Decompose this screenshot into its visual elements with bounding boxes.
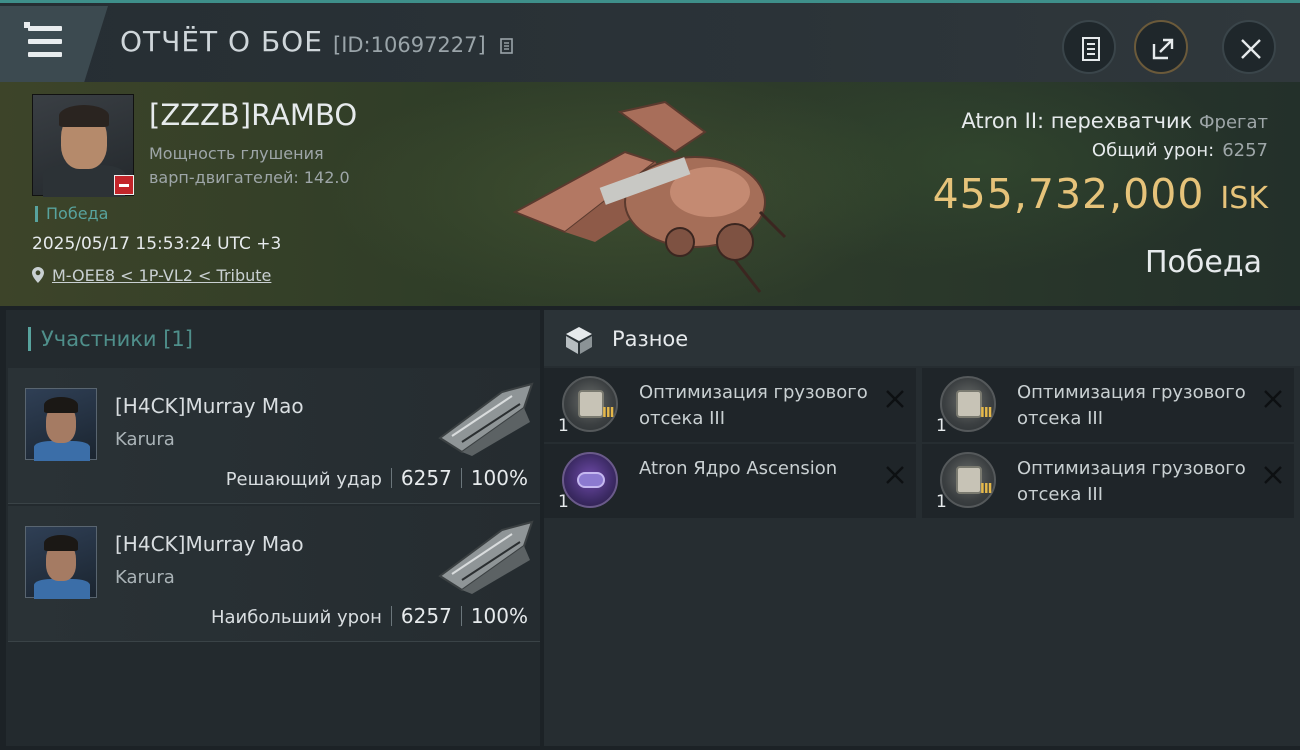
participant-percent: 100%: [470, 466, 528, 490]
divider: [460, 468, 462, 488]
clipboard-icon: [1082, 37, 1100, 61]
dropped-item[interactable]: III 1 Оптимизация грузового отсека III: [922, 444, 1294, 518]
divider: [460, 606, 462, 626]
participant-percent: 100%: [470, 604, 528, 628]
participant-damage: 6257: [400, 466, 452, 490]
victim-name[interactable]: [ZZZB]RAMBO: [149, 98, 357, 132]
participant-ship-image: [438, 382, 534, 456]
avatar-body: [43, 165, 125, 197]
participant-damage: 6257: [400, 604, 452, 628]
standing-negative-icon: [114, 175, 134, 195]
item-quantity: 1: [936, 416, 947, 436]
participant-role: Решающий удар: [225, 469, 382, 490]
dropped-item[interactable]: 1 Atron Ядро Ascension: [544, 444, 916, 518]
participant-stats: Решающий удар 6257 100%: [226, 466, 528, 490]
item-name: Оптимизация грузового отсека III: [639, 382, 868, 429]
ship-image: [512, 100, 787, 293]
avatar-hair: [59, 105, 109, 127]
participant-name: [H4CK]Murray Mao: [115, 532, 304, 556]
avatar-hair: [44, 397, 78, 413]
item-quantity: 1: [936, 492, 947, 512]
close-icon: [1241, 39, 1261, 59]
remove-x-icon: [1264, 390, 1282, 408]
isk-value: 455,732,000: [932, 170, 1205, 218]
misc-title: Разное: [612, 327, 689, 351]
menu-icon-bar: [28, 39, 62, 44]
participant-avatar[interactable]: [25, 526, 97, 599]
item-name: Оптимизация грузового отсека III: [1017, 382, 1246, 429]
misc-header: Разное: [544, 310, 1300, 366]
ship-name: Atron II: перехватчик: [961, 109, 1193, 133]
module-icon-inner: [956, 390, 982, 418]
ship-core-icon-inner: [577, 472, 605, 488]
participant-row[interactable]: [H4CK]Murray Mao Karura Наибольший урон 6…: [8, 506, 540, 642]
report-id: [ID:10697227]: [333, 33, 486, 57]
clipboard-button[interactable]: [1062, 20, 1116, 74]
isk-value-line: 455,732,000 ISK: [933, 170, 1268, 218]
item-name: Atron Ядро Ascension: [639, 458, 838, 479]
ship-core-icon: [562, 452, 618, 508]
avatar-body: [34, 441, 90, 461]
victim-ship[interactable]: Atron II: перехватчик Фрегат: [961, 109, 1268, 133]
item-name: Оптимизация грузового отсека III: [1017, 458, 1246, 505]
share-button[interactable]: [1134, 20, 1188, 74]
ship-class: Фрегат: [1199, 112, 1268, 133]
total-damage-label: Общий урон:: [1091, 140, 1215, 161]
location-pin-icon: [32, 267, 44, 283]
total-damage: Общий урон: 6257: [1092, 140, 1268, 161]
location-link[interactable]: M-OEE8 < 1P-VL2 < Tribute: [52, 266, 271, 285]
participants-panel: Участники [1] [H4CK]Murray Mao Karura Ре…: [6, 310, 540, 746]
participant-avatar[interactable]: [25, 388, 97, 461]
remove-x-icon: [886, 466, 904, 484]
module-icon-inner: [956, 466, 982, 494]
menu-icon-bar: [28, 26, 62, 31]
item-tier: III: [602, 406, 614, 421]
module-icon: [940, 452, 996, 508]
dropped-item[interactable]: III 1 Оптимизация грузового отсека III: [544, 368, 916, 442]
share-icon: [1152, 38, 1174, 60]
victim-stat-line-1: Мощность глушения: [149, 144, 324, 163]
remove-x-icon: [1264, 466, 1282, 484]
participant-row[interactable]: [H4CK]Murray Mao Karura Решающий удар 625…: [8, 368, 540, 504]
total-damage-value: 6257: [1222, 140, 1268, 161]
participant-ship-image: [438, 520, 534, 594]
victim-stat-line-2: варп-двигателей: 142.0: [149, 168, 350, 187]
item-tier: III: [980, 482, 992, 497]
result-tag: Победа: [35, 206, 108, 222]
page-title: ОТЧЁТ О БОЕ: [120, 25, 323, 58]
cube-icon: [566, 327, 592, 354]
isk-unit: ISK: [1220, 181, 1268, 216]
divider: [390, 606, 392, 626]
participant-ship: Karura: [115, 567, 175, 588]
menu-button[interactable]: [0, 6, 108, 82]
copy-icon[interactable]: [500, 38, 516, 56]
menu-icon-bar: [28, 52, 62, 57]
avatar-body: [34, 579, 90, 599]
participants-title[interactable]: Участники [1]: [28, 327, 193, 351]
module-icon: [940, 376, 996, 432]
misc-panel: Разное III 1 Оптимизация грузового отсек…: [544, 310, 1300, 746]
dropped-item[interactable]: III 1 Оптимизация грузового отсека III: [922, 368, 1294, 442]
participant-stats: Наибольший урон 6257 100%: [211, 604, 528, 628]
participant-role: Наибольший урон: [210, 607, 382, 628]
divider: [390, 468, 392, 488]
kill-datetime: 2025/05/17 15:53:24 UTC +3: [32, 234, 282, 254]
item-tier: III: [980, 406, 992, 421]
header-bar: ОТЧЁТ О БОЕ [ID:10697227]: [0, 0, 1300, 82]
module-icon: [562, 376, 618, 432]
item-quantity: 1: [558, 492, 569, 512]
kill-summary: [ZZZB]RAMBO Мощность глушения варп-двига…: [0, 82, 1300, 306]
close-button[interactable]: [1222, 20, 1276, 74]
avatar-hair: [44, 535, 78, 551]
module-icon-inner: [578, 390, 604, 418]
participant-ship: Karura: [115, 429, 175, 450]
kill-location[interactable]: M-OEE8 < 1P-VL2 < Tribute: [32, 266, 271, 285]
remove-x-icon: [886, 390, 904, 408]
participant-name: [H4CK]Murray Mao: [115, 394, 304, 418]
outcome-label: Победа: [1145, 245, 1262, 280]
item-quantity: 1: [558, 416, 569, 436]
